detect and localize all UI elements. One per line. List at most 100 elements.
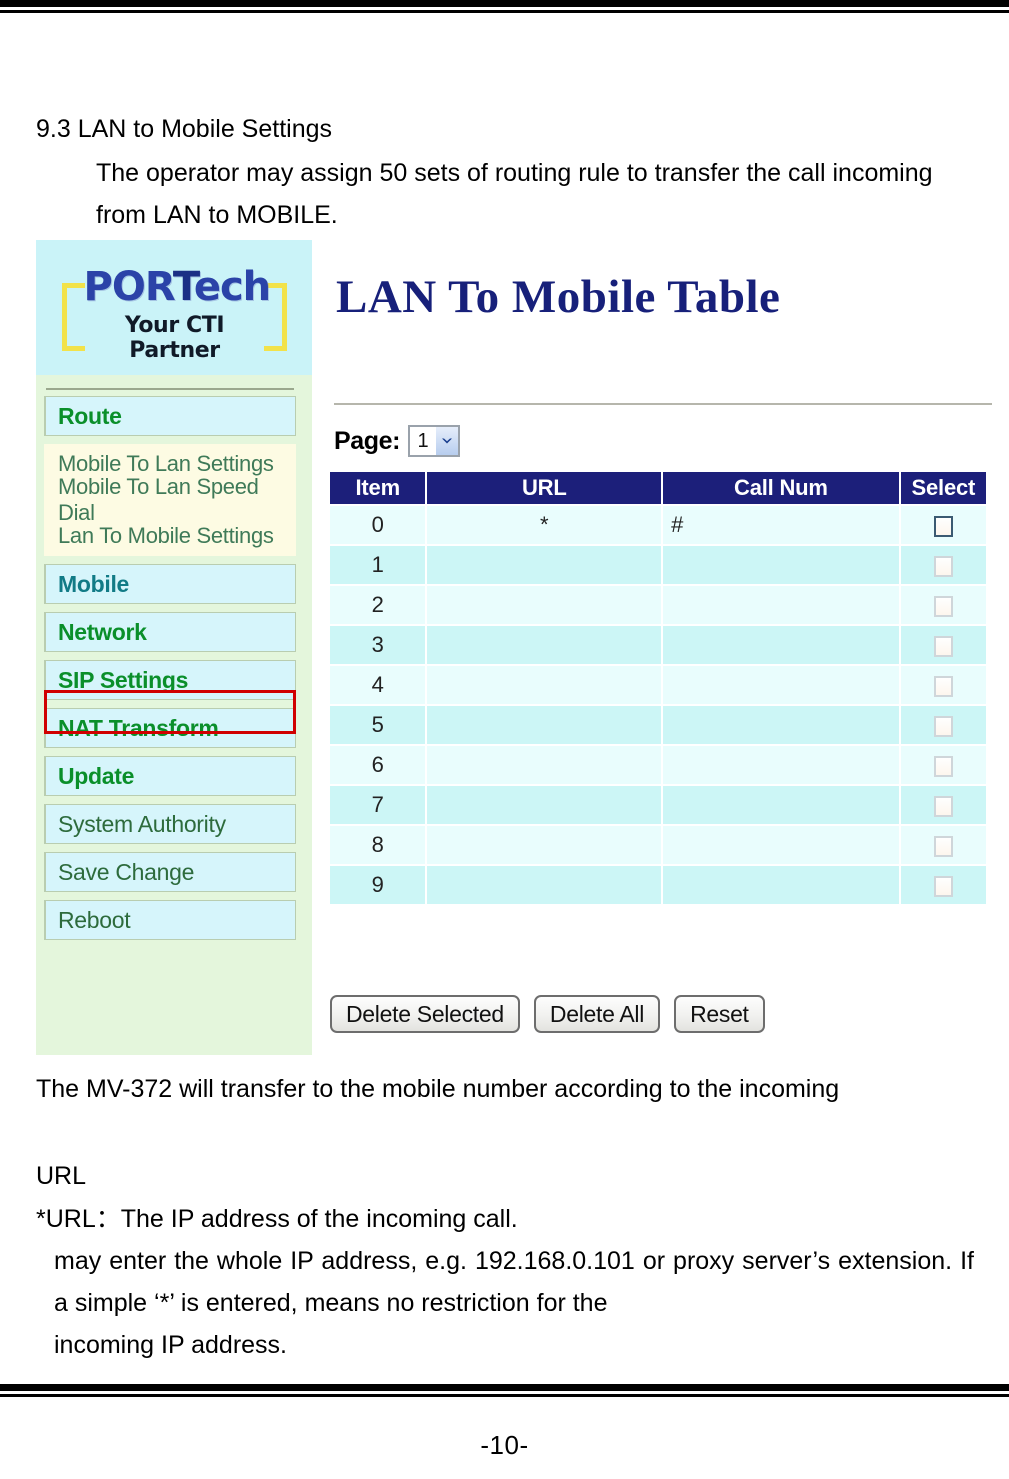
sidebar-item-label: System Authority <box>58 810 226 837</box>
sidebar: PORTech Your CTI Partner Route Mobile To… <box>36 240 312 1055</box>
table-row: 0 * # <box>330 506 986 544</box>
cell-url <box>427 866 662 904</box>
cell-call-num <box>663 626 899 664</box>
sidebar-subgroup-route: Mobile To Lan Settings Mobile To Lan Spe… <box>44 444 296 556</box>
sidebar-item-sip-settings[interactable]: SIP Settings <box>44 660 296 700</box>
cell-url <box>427 826 662 864</box>
cell-url: * <box>427 506 662 544</box>
cell-select <box>900 626 986 664</box>
table-row: 9 <box>330 866 986 904</box>
page-bottom-rule-thick <box>0 1384 1009 1391</box>
sidebar-item-label: Reboot <box>58 906 131 933</box>
body-paragraph-3-line1: *URL：The IP address of the incoming call… <box>36 1205 518 1233</box>
sidebar-subitem-label: Lan To Mobile Settings <box>58 523 274 548</box>
cell-url <box>427 546 662 584</box>
sidebar-item-label: Network <box>58 618 147 645</box>
sidebar-item-update[interactable]: Update <box>44 756 296 796</box>
page-selector-row: Page: 1 <box>334 425 461 457</box>
cell-call-num <box>663 746 899 784</box>
sidebar-item-label: Route <box>58 402 122 429</box>
row-select-checkbox[interactable] <box>933 635 953 657</box>
section-intro-paragraph: The operator may assign 50 sets of routi… <box>96 159 933 229</box>
sidebar-item-reboot[interactable]: Reboot <box>44 900 296 940</box>
cell-select <box>900 546 986 584</box>
sidebar-item-route[interactable]: Route <box>44 396 296 436</box>
row-select-checkbox[interactable] <box>933 835 953 857</box>
row-select-checkbox[interactable] <box>933 555 953 577</box>
cell-call-num <box>663 866 899 904</box>
main-panel: LAN To Mobile Table Page: 1 Item URL Cal… <box>312 240 1004 1055</box>
row-select-checkbox[interactable] <box>933 715 953 737</box>
page-bottom-rule-thin <box>0 1394 1009 1397</box>
cell-select <box>900 786 986 824</box>
cell-item: 2 <box>330 586 426 624</box>
cell-item: 7 <box>330 786 426 824</box>
sidebar-subitem-mobile-to-lan-speed-dial[interactable]: Mobile To Lan Speed Dial <box>44 474 296 525</box>
logo-word-part3: ech <box>193 263 271 310</box>
page-top-rule-thin <box>0 10 1009 13</box>
cell-url <box>427 786 662 824</box>
action-button-row: Delete Selected Delete All Reset <box>330 995 765 1033</box>
table-row: 2 <box>330 586 986 624</box>
cell-select <box>900 586 986 624</box>
cell-select <box>900 706 986 744</box>
logo: PORTech Your CTI Partner <box>36 240 312 375</box>
lan-to-mobile-table-wrapper: Item URL Call Num Select 0 * #1 2 3 4 5 6 7 8 9 <box>328 470 988 906</box>
table-row: 5 <box>330 706 986 744</box>
row-select-checkbox[interactable] <box>933 795 953 817</box>
row-select-checkbox[interactable] <box>933 875 953 897</box>
body-paragraph-3: *URL：The IP address of the incoming call… <box>36 1198 974 1366</box>
row-select-checkbox[interactable] <box>933 755 953 777</box>
page-title: LAN To Mobile Table <box>336 271 781 323</box>
column-header-item: Item <box>330 472 426 504</box>
body-paragraph-1: The MV-372 will transfer to the mobile n… <box>36 1075 840 1103</box>
cell-call-num <box>663 666 899 704</box>
page-select-value: 1 <box>410 427 437 455</box>
table-body: 0 * #1 2 3 4 5 6 7 8 9 <box>330 506 986 904</box>
sidebar-subitem-lan-to-mobile-settings[interactable]: Lan To Mobile Settings <box>44 518 296 554</box>
cell-call-num <box>663 546 899 584</box>
delete-selected-button[interactable]: Delete Selected <box>330 995 520 1033</box>
column-header-url: URL <box>427 472 662 504</box>
reset-button[interactable]: Reset <box>674 995 765 1033</box>
sidebar-item-network[interactable]: Network <box>44 612 296 652</box>
sidebar-item-mobile[interactable]: Mobile <box>44 564 296 604</box>
chevron-down-icon[interactable] <box>436 427 459 455</box>
sidebar-nav: Route Mobile To Lan Settings Mobile To L… <box>44 388 296 948</box>
cell-call-num <box>663 786 899 824</box>
page-selector-label: Page: <box>334 426 401 455</box>
logo-word-part1: POR <box>83 263 174 310</box>
table-header-row: Item URL Call Num Select <box>330 472 986 504</box>
cell-select <box>900 866 986 904</box>
sidebar-item-label: Update <box>58 762 135 789</box>
cell-url <box>427 626 662 664</box>
table-row: 3 <box>330 626 986 664</box>
sidebar-item-label: NAT Transform <box>58 714 219 741</box>
cell-select <box>900 746 986 784</box>
table-row: 8 <box>330 826 986 864</box>
cell-select <box>900 506 986 544</box>
logo-tagline: Your CTI Partner <box>124 312 225 363</box>
table-row: 7 <box>330 786 986 824</box>
sidebar-item-label: SIP Settings <box>58 666 189 693</box>
row-select-checkbox[interactable] <box>933 595 953 617</box>
column-header-select: Select <box>900 472 986 504</box>
cell-item: 4 <box>330 666 426 704</box>
body-paragraph-3-lastline: incoming IP address. <box>54 1331 287 1359</box>
page-select[interactable]: 1 <box>408 425 461 457</box>
sidebar-item-system-authority[interactable]: System Authority <box>44 804 296 844</box>
cell-item: 9 <box>330 866 426 904</box>
table-row: 4 <box>330 666 986 704</box>
page-bottom-rule <box>0 1384 1009 1398</box>
cell-call-num <box>663 706 899 744</box>
sidebar-item-save-change[interactable]: Save Change <box>44 852 296 892</box>
row-select-checkbox[interactable] <box>933 675 953 697</box>
page-number: -10- <box>480 1430 529 1460</box>
page-top-rule <box>0 0 1009 14</box>
cell-item: 6 <box>330 746 426 784</box>
body-paragraph-2: URL <box>36 1162 87 1190</box>
sidebar-item-nat-transform[interactable]: NAT Transform <box>44 708 296 748</box>
delete-all-button[interactable]: Delete All <box>533 995 661 1033</box>
cell-url <box>427 586 662 624</box>
row-select-checkbox[interactable] <box>933 515 953 537</box>
